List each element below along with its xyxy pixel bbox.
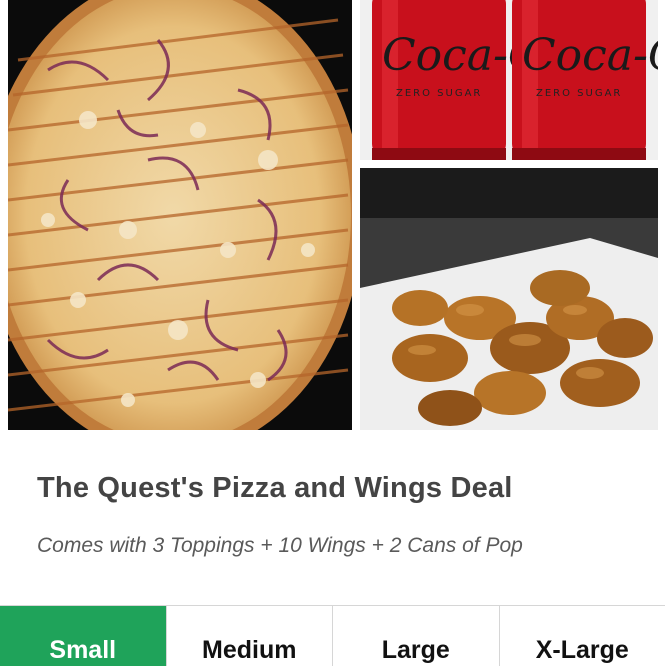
size-option-small[interactable]: Small (0, 606, 166, 666)
soda-cans-image: Coca-Cola ZERO SUGAR Coca-Cola ZERO SUGA… (360, 0, 658, 160)
pizza-image (8, 0, 352, 430)
deal-title: The Quest's Pizza and Wings Deal (37, 472, 513, 504)
can-logo-text: Coca-Cola (522, 30, 658, 81)
size-option-x-large[interactable]: X-Large (498, 606, 665, 666)
size-option-large[interactable]: Large (332, 606, 499, 666)
can-variant-text: ZERO SUGAR (396, 88, 482, 99)
chicken-wings-image (360, 168, 658, 430)
size-selector: Small Medium Large X-Large (0, 605, 665, 666)
can-variant-text: ZERO SUGAR (536, 88, 622, 99)
deal-description: Comes with 3 Toppings + 10 Wings + 2 Can… (37, 534, 523, 557)
size-option-medium[interactable]: Medium (165, 606, 332, 666)
deal-hero-images: Coca-Cola ZERO SUGAR Coca-Cola ZERO SUGA… (0, 0, 665, 436)
